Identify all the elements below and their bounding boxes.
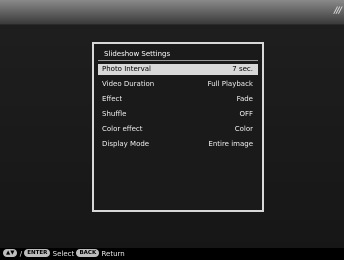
setting-value: Entire image	[208, 140, 253, 148]
setting-display-mode[interactable]: Display Mode Entire image	[98, 139, 258, 150]
enter-key-icon: ENTER	[24, 249, 51, 257]
top-bar: ///	[0, 0, 344, 25]
setting-label: Photo Interval	[102, 65, 151, 73]
setting-value: Fade	[236, 95, 253, 103]
setting-label: Effect	[102, 95, 123, 103]
setting-value: OFF	[239, 110, 253, 118]
help-bar: ▲▼ / ENTER Select BACK Return	[0, 248, 344, 260]
setting-video-duration[interactable]: Video Duration Full Playback	[98, 79, 258, 90]
setting-color-effect[interactable]: Color effect Color	[98, 124, 258, 135]
setting-effect[interactable]: Effect Fade	[98, 94, 258, 105]
setting-value: Full Playback	[207, 80, 253, 88]
panel-title: Slideshow Settings	[104, 50, 171, 58]
setting-label: Color effect	[102, 125, 143, 133]
setting-value: Color	[234, 125, 253, 133]
back-key-icon: BACK	[76, 249, 100, 257]
brand-mark: ///	[334, 6, 342, 16]
return-hint: Return	[101, 250, 125, 258]
title-divider	[98, 60, 258, 61]
select-hint: Select	[52, 250, 75, 258]
setting-photo-interval[interactable]: Photo Interval 7 sec.	[98, 64, 258, 75]
setting-value: 7 sec.	[232, 65, 253, 73]
slideshow-settings-panel: Slideshow Settings Photo Interval 7 sec.…	[92, 42, 264, 212]
setting-shuffle[interactable]: Shuffle OFF	[98, 109, 258, 120]
setting-label: Video Duration	[102, 80, 155, 88]
up-down-arrows-icon: ▲▼	[3, 249, 18, 257]
photo-frame-screen: /// Slideshow Settings Photo Interval 7 …	[0, 0, 344, 260]
setting-label: Shuffle	[102, 110, 127, 118]
setting-label: Display Mode	[102, 140, 150, 148]
separator: /	[19, 250, 23, 258]
